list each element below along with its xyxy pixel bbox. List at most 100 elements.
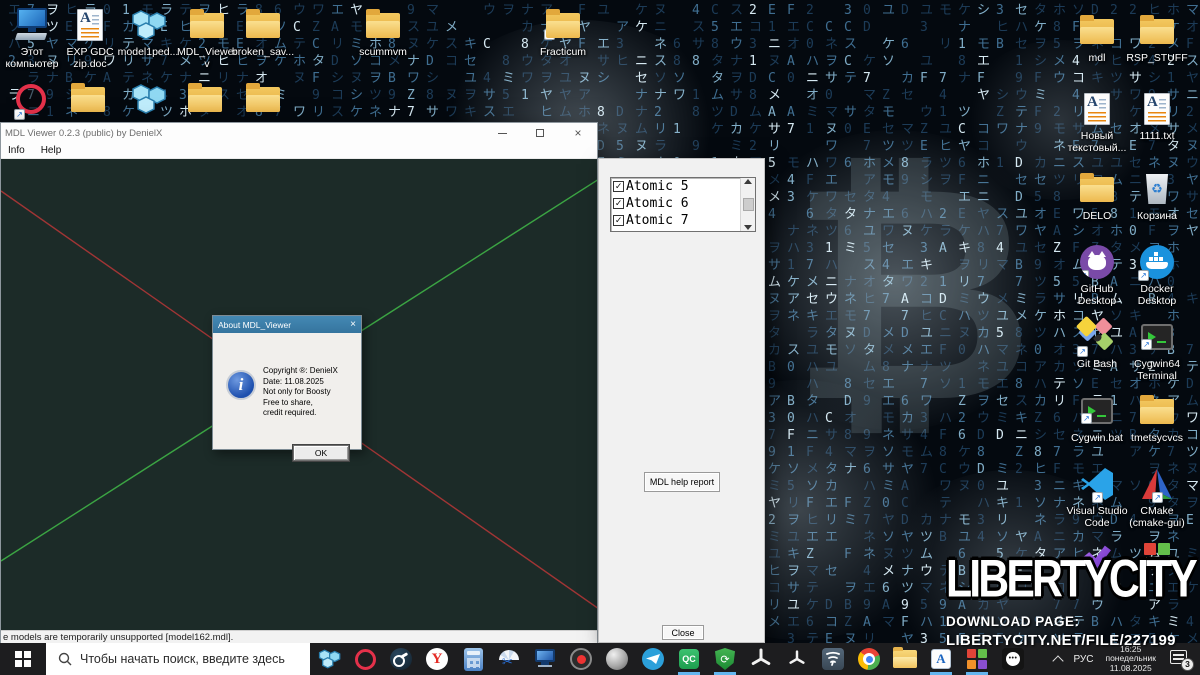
- desktop-icon-scummvm-folder[interactable]: scummvm: [352, 6, 414, 58]
- checkbox-checked-icon[interactable]: ✓: [613, 215, 624, 226]
- desktop-icon-recycle-bin[interactable]: ♻ Корзина: [1126, 170, 1188, 222]
- desktop-icon-label: DELO: [1083, 210, 1112, 222]
- menu-item-help[interactable]: Help: [41, 145, 62, 156]
- taskbar-icon-colored-squares-app[interactable]: [959, 643, 995, 675]
- shortcut-arrow-icon: ↗: [1092, 492, 1103, 503]
- notification-center-button[interactable]: 3: [1170, 650, 1190, 668]
- desktop-icon-folder[interactable]: [232, 80, 294, 118]
- desktop-icon-colored-squares-app[interactable]: [1126, 537, 1188, 575]
- info-icon: i: [226, 370, 256, 400]
- maximize-button[interactable]: [521, 123, 559, 143]
- desktop-icon-label: EXP GDC zip.doc: [59, 46, 121, 70]
- atomic-checklist[interactable]: ✓ Atomic 5 ✓ Atomic 6 ✓ Atomic 7: [610, 177, 756, 232]
- taskbar-icon-opera-gx[interactable]: [347, 643, 383, 675]
- desktop-icon-folder[interactable]: [57, 80, 119, 118]
- scroll-down-icon[interactable]: [744, 225, 752, 230]
- list-item-atomic-6[interactable]: ✓ Atomic 6: [611, 195, 740, 212]
- language-indicator[interactable]: РУС: [1073, 654, 1093, 665]
- desktop-icon-label: Корзина: [1137, 210, 1177, 222]
- scroll-thumb[interactable]: [743, 198, 754, 211]
- taskbar-icon-propeller-app-1[interactable]: [743, 643, 779, 675]
- desktop-icon-1111-txt[interactable]: A 1111.txt: [1126, 90, 1188, 142]
- ok-button[interactable]: OK: [293, 445, 349, 461]
- taskbar-icon-antivirus-shield[interactable]: ⟳: [707, 643, 743, 675]
- desktop-icon-label: mdl: [1089, 52, 1106, 64]
- folder-icon: [246, 6, 280, 44]
- desktop-icon-tmetsycvcs-folder[interactable]: tmetsycvcs: [1126, 392, 1188, 444]
- folder-music-icon: ♪: [546, 6, 580, 44]
- taskbar-icon-tornado-app[interactable]: [815, 643, 851, 675]
- desktop-icon-exp-gdc-doc[interactable]: A EXP GDC zip.doc: [59, 6, 121, 70]
- taskbar-icon-my-computer[interactable]: [527, 643, 563, 675]
- taskbar-icon-text-editor[interactable]: A: [923, 643, 959, 675]
- list-item-atomic-7[interactable]: ✓ Atomic 7: [611, 212, 740, 229]
- desktop-icon-fracticum-folder[interactable]: ♪ Fracticum: [532, 6, 594, 58]
- checkbox-checked-icon[interactable]: ✓: [613, 198, 624, 209]
- desktop-icon-cygwin64-terminal[interactable]: ↗ Cygwin64 Terminal: [1126, 318, 1188, 382]
- list-item-label: Atomic 7: [626, 213, 689, 228]
- explorer-folder-icon: [893, 650, 917, 668]
- taskbar-icon-yandex-browser[interactable]: Y: [419, 643, 455, 675]
- close-button[interactable]: ×: [559, 123, 597, 143]
- taskbar-icon-snipping-tool[interactable]: ✂: [491, 643, 527, 675]
- desktop-icon-label: MDL_Viewer v: [176, 46, 238, 70]
- list-item-atomic-5[interactable]: ✓ Atomic 5: [611, 178, 740, 195]
- yandex-icon: Y: [426, 648, 448, 670]
- taskbar-icon-hexagons-app[interactable]: [311, 643, 347, 675]
- taskbar-icon-webcam-app[interactable]: •••: [995, 643, 1031, 675]
- mdl-help-report-button[interactable]: MDL help report: [644, 472, 720, 492]
- taskbar-icon-calculator[interactable]: [455, 643, 491, 675]
- desktop-icon-model1ped[interactable]: model1ped...: [117, 6, 179, 58]
- desktop-icon-mdl-folder[interactable]: mdl: [1066, 12, 1128, 64]
- desktop-icon-opera-gx[interactable]: ↗: [0, 80, 62, 118]
- desktop-icon-github-desktop[interactable]: ↗ GitHub Desktop: [1066, 243, 1128, 307]
- tray-chevron-up-icon[interactable]: [1053, 654, 1063, 664]
- desktop-icon-purple-check-app[interactable]: [1066, 537, 1128, 575]
- list-scrollbar[interactable]: [740, 178, 755, 231]
- search-input[interactable]: [80, 652, 290, 666]
- scroll-up-icon[interactable]: [744, 179, 752, 184]
- desktop-icon-vscode[interactable]: ↗ Visual Studio Code: [1066, 465, 1128, 529]
- hexagons-model-icon: [317, 648, 341, 670]
- minimize-button[interactable]: [483, 123, 521, 143]
- taskbar-search[interactable]: [46, 643, 310, 675]
- desktop-icon-hexagons[interactable]: [117, 80, 179, 118]
- snipping-tool-icon: ✂: [497, 648, 521, 670]
- git-bash-icon: ↗: [1079, 318, 1115, 356]
- telegram-icon: [642, 648, 664, 670]
- desktop-icon-rsp-stuff-folder[interactable]: RSP_STUFF: [1126, 12, 1188, 64]
- taskbar-icon-file-explorer[interactable]: [887, 643, 923, 675]
- desktop-icon-cmake[interactable]: ↗ CMake (cmake-gui): [1126, 465, 1188, 529]
- taskbar-icon-telegram[interactable]: [635, 643, 671, 675]
- status-bar: e models are temporarily unsupported [mo…: [1, 630, 597, 644]
- taskbar-icon-propeller-app-2[interactable]: [779, 643, 815, 675]
- desktop-icon-cygwin-bat[interactable]: ↗ Cygwin.bat: [1066, 392, 1128, 444]
- desktop-icon-this-pc[interactable]: Этот компьютер: [1, 6, 63, 70]
- desktop-icon-label: broken_sav...: [232, 46, 294, 58]
- desktop-icon-label: Этот компьютер: [1, 46, 63, 70]
- desktop-icon-new-text-doc[interactable]: A Новый текстовый...: [1066, 90, 1128, 154]
- tray-clock[interactable]: 16:25 понедельник 11.08.2025: [1105, 645, 1156, 674]
- hexagons-model-icon: [129, 6, 167, 44]
- desktop-icon-broken-sav-folder[interactable]: broken_sav...: [232, 6, 294, 58]
- menu-item-info[interactable]: Info: [8, 145, 25, 156]
- taskbar-icon-gray-sphere-app[interactable]: [599, 643, 635, 675]
- desktop-icon-delo-folder[interactable]: DELO: [1066, 170, 1128, 222]
- computer-icon: [533, 648, 557, 670]
- taskbar-icon-screen-recorder[interactable]: [563, 643, 599, 675]
- close-icon[interactable]: ×: [350, 320, 356, 330]
- desktop-icon-label: RSP_STUFF: [1126, 52, 1187, 64]
- desktop-icon-mdl-viewer-folder[interactable]: MDL_Viewer v: [176, 6, 238, 70]
- panel-close-button[interactable]: Close: [662, 625, 704, 640]
- propeller-icon: [788, 650, 806, 668]
- desktop-icon-folder[interactable]: [174, 80, 236, 118]
- taskbar-icon-chrome[interactable]: [851, 643, 887, 675]
- desktop-icon-git-bash[interactable]: ↗ Git Bash: [1066, 318, 1128, 370]
- window-titlebar[interactable]: MDL Viewer 0.2.3 (public) by DenielX ×: [1, 123, 597, 143]
- taskbar-icon-qc-app[interactable]: QC: [671, 643, 707, 675]
- start-button[interactable]: [0, 643, 46, 675]
- about-dialog-titlebar[interactable]: About MDL_Viewer ×: [213, 316, 361, 333]
- checkbox-checked-icon[interactable]: ✓: [613, 181, 624, 192]
- taskbar-icon-steam[interactable]: [383, 643, 419, 675]
- desktop-icon-docker-desktop[interactable]: ↗ Docker Desktop: [1126, 243, 1188, 307]
